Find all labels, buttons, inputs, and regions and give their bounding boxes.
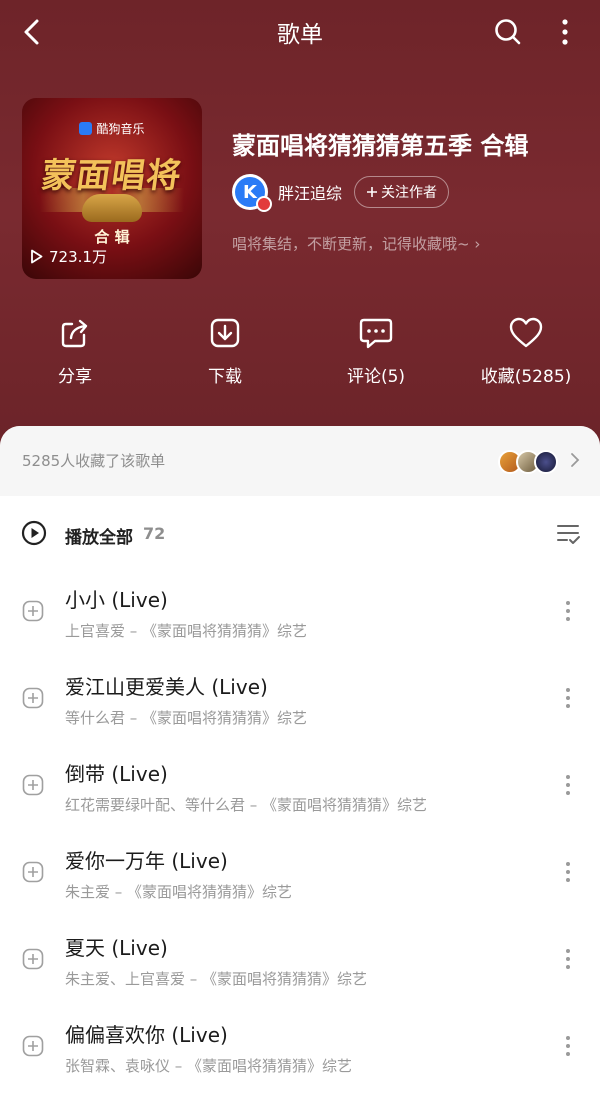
cover-mask-art — [82, 194, 142, 222]
song-artist: 等什么君 – 《蒙面唱将猜猜猜》综艺 — [65, 709, 308, 727]
author-name[interactable]: 胖汪追综 — [278, 180, 342, 204]
song-title: 倒带 (Live) — [65, 762, 168, 786]
kugou-logo-icon — [79, 122, 93, 135]
chevron-right-icon — [571, 453, 580, 467]
more-button[interactable] — [548, 12, 582, 52]
song-more-icon[interactable] — [558, 944, 578, 974]
collector-avatar — [534, 450, 558, 474]
search-button[interactable] — [488, 12, 528, 52]
verified-badge-icon — [256, 196, 272, 212]
plus-icon — [367, 187, 378, 197]
song-row[interactable]: 爱江山更爱美人 (Live) 等什么君 – 《蒙面唱将猜猜猜》综艺 — [0, 659, 600, 739]
download-label: 下载 — [208, 367, 242, 387]
author-row: K 胖汪追综 关注作者 — [232, 174, 450, 212]
song-row[interactable]: 爱你一万年 (Live) 朱主爱 – 《蒙面唱将猜猜猜》综艺 — [0, 833, 600, 913]
add-song-icon[interactable] — [22, 1035, 44, 1057]
song-more-icon[interactable] — [558, 770, 578, 800]
collectors-bar[interactable]: 5285人收藏了该歌单 — [0, 426, 600, 496]
song-artist: 红花需要绿叶配、等什么君 – 《蒙面唱将猜猜猜》综艺 — [65, 796, 428, 814]
share-icon — [61, 319, 88, 348]
add-song-icon[interactable] — [22, 774, 44, 796]
cover-art-title: 蒙面唱将 — [38, 156, 185, 196]
song-artist: 上官喜爱 – 《蒙面唱将猜猜猜》综艺 — [65, 622, 308, 640]
play-count: 723.1万 — [30, 246, 107, 267]
song-row[interactable]: 小小 (Live) 上官喜爱 – 《蒙面唱将猜猜猜》综艺 — [0, 572, 600, 652]
song-more-icon[interactable] — [558, 683, 578, 713]
song-row[interactable]: 偏偏喜欢你 (Live) 张智霖、袁咏仪 – 《蒙面唱将猜猜猜》综艺 — [0, 1007, 600, 1087]
song-title: 偏偏喜欢你 (Live) — [65, 1023, 228, 1047]
multi-select-icon[interactable] — [555, 520, 581, 546]
download-icon — [210, 318, 240, 348]
favorite-button[interactable]: 收藏(5285) — [466, 316, 586, 387]
comment-icon — [359, 318, 393, 349]
play-count-value: 723.1万 — [49, 248, 107, 266]
search-icon — [495, 19, 521, 45]
playlist-cover[interactable]: 酷狗音乐 蒙面唱将 合 辑 723.1万 — [22, 98, 202, 279]
favorite-label: 收藏(5285) — [480, 367, 572, 387]
play-all-row[interactable]: 播放全部 72 — [0, 516, 600, 552]
share-label: 分享 — [58, 367, 92, 387]
song-row[interactable]: 倒带 (Live) 红花需要绿叶配、等什么君 – 《蒙面唱将猜猜猜》综艺 — [0, 746, 600, 826]
song-artist: 朱主爱、上官喜爱 – 《蒙面唱将猜猜猜》综艺 — [65, 970, 368, 988]
add-song-icon[interactable] — [22, 687, 44, 709]
collectors-text: 5285人收藏了该歌单 — [22, 452, 166, 470]
comment-button[interactable]: 评论(5) — [316, 316, 436, 387]
song-count: 72 — [143, 524, 166, 543]
download-button[interactable]: 下载 — [165, 316, 285, 387]
song-title: 小小 (Live) — [65, 588, 168, 612]
share-button[interactable]: 分享 — [15, 316, 135, 387]
song-row[interactable]: 夏天 (Live) 朱主爱、上官喜爱 – 《蒙面唱将猜猜猜》综艺 — [0, 920, 600, 1000]
song-title: 爱江山更爱美人 (Live) — [65, 675, 268, 699]
playlist-header: 歌单 酷狗音乐 蒙面唱将 合 辑 723.1万 蒙面唱将猜猜猜第五季 合辑 K … — [0, 0, 600, 470]
cover-brand-text: 酷狗音乐 — [96, 122, 145, 136]
playlist-title: 蒙面唱将猜猜猜第五季 合辑 — [232, 132, 529, 160]
song-title: 爱你一万年 (Live) — [65, 849, 228, 873]
song-artist: 朱主爱 – 《蒙面唱将猜猜猜》综艺 — [65, 883, 293, 901]
song-more-icon[interactable] — [558, 596, 578, 626]
add-song-icon[interactable] — [22, 861, 44, 883]
add-song-icon[interactable] — [22, 948, 44, 970]
author-avatar[interactable]: K — [232, 174, 272, 212]
song-title: 夏天 (Live) — [65, 936, 168, 960]
song-list-panel: 5285人收藏了该歌单 播放全部 72 小小 (Live) 上官喜爱 – 《蒙面… — [0, 426, 600, 1099]
playlist-description[interactable]: 唱将集结，不断更新，记得收藏哦~ › — [232, 233, 480, 254]
add-song-icon[interactable] — [22, 600, 44, 622]
song-artist: 张智霖、袁咏仪 – 《蒙面唱将猜猜猜》综艺 — [65, 1057, 353, 1075]
heart-icon — [509, 317, 543, 348]
follow-author-label: 关注作者 — [381, 185, 438, 201]
play-triangle-icon — [31, 249, 43, 264]
more-vertical-icon — [562, 19, 568, 45]
cover-brand: 酷狗音乐 — [22, 120, 202, 137]
play-circle-icon — [21, 520, 47, 546]
song-more-icon[interactable] — [558, 857, 578, 887]
cover-art-subtitle: 合 辑 — [94, 228, 130, 246]
song-more-icon[interactable] — [558, 1031, 578, 1061]
follow-author-button[interactable]: 关注作者 — [354, 176, 450, 208]
top-bar: 歌单 — [0, 0, 600, 64]
comment-label: 评论(5) — [346, 367, 406, 387]
collector-avatars — [498, 450, 558, 474]
play-all-label: 播放全部 — [65, 528, 133, 548]
